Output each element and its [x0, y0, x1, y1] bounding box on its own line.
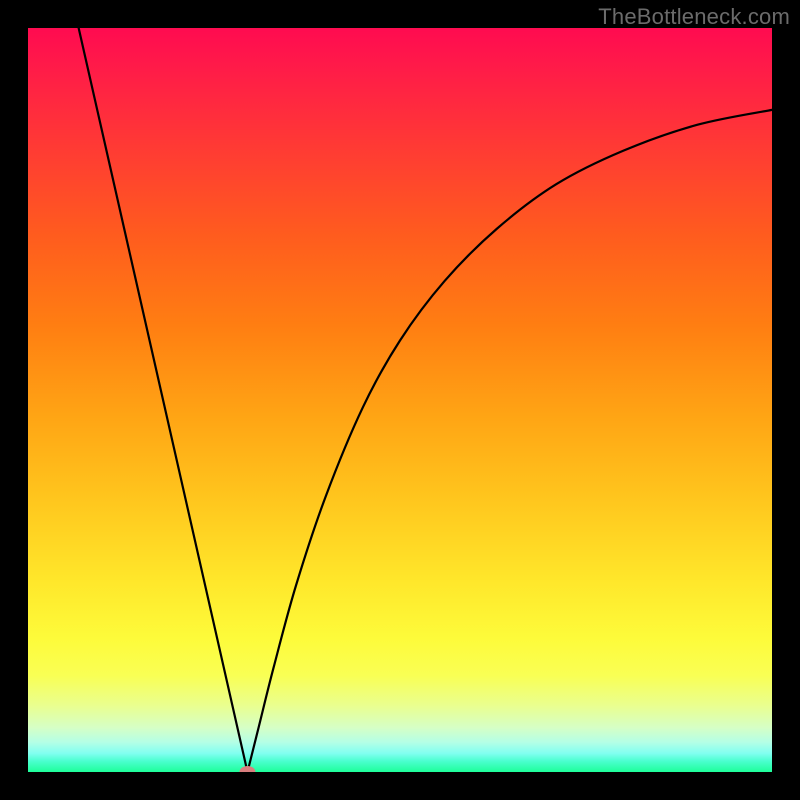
curve-left-branch — [74, 28, 247, 772]
chart-container: TheBottleneck.com — [0, 0, 800, 800]
chart-svg — [28, 28, 772, 772]
curve-right-branch — [247, 110, 772, 772]
plot-area — [28, 28, 772, 772]
watermark-text: TheBottleneck.com — [598, 4, 790, 30]
curve-minimum-marker — [239, 766, 255, 772]
